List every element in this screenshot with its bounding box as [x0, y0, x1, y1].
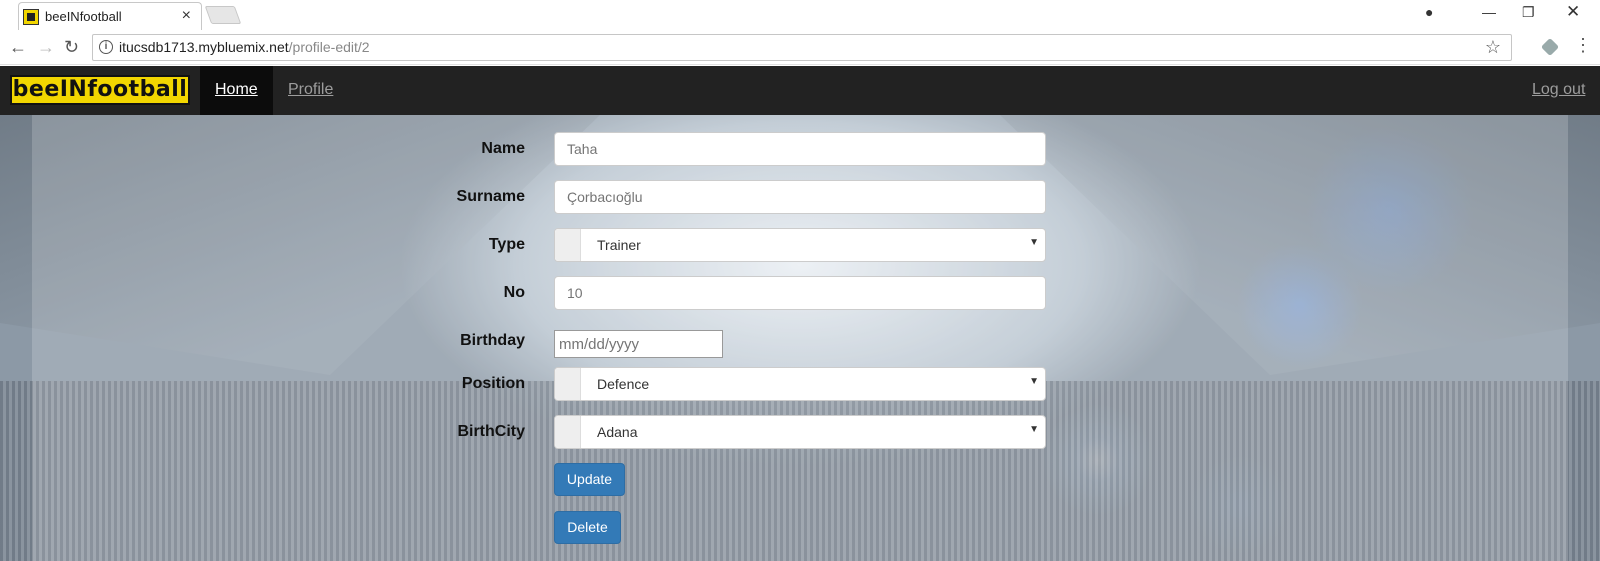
forward-arrow-icon[interactable]: → [37, 37, 55, 58]
birthcity-select-value: Adana [597, 424, 638, 440]
position-select-addon [555, 368, 581, 400]
update-button[interactable]: Update [554, 463, 625, 496]
brand-logo[interactable]: beeINfootball [10, 75, 190, 105]
name-label: Name [481, 140, 525, 157]
type-select-addon [555, 229, 581, 261]
account-icon[interactable]: ● [1425, 4, 1433, 20]
site-favicon-icon [23, 9, 39, 25]
window-close-icon[interactable]: ✕ [1566, 2, 1580, 22]
browser-tabstrip: beeINfootball × ● — ❐ ✕ [0, 0, 1600, 30]
bookmark-star-icon[interactable]: ☆ [1485, 37, 1501, 58]
url-path: /profile-edit/2 [288, 39, 370, 55]
restore-icon[interactable]: ❐ [1522, 4, 1535, 21]
nav-profile-link[interactable]: Profile [288, 81, 333, 99]
minimize-icon[interactable]: — [1482, 4, 1496, 20]
browser-menu-icon[interactable]: ⋮ [1574, 36, 1592, 54]
position-select[interactable]: Defence ▼ [554, 367, 1046, 401]
type-select-value: Trainer [597, 237, 641, 253]
birthcity-select-addon [555, 416, 581, 448]
type-select[interactable]: Trainer ▼ [554, 228, 1046, 262]
reload-icon[interactable]: ↻ [64, 37, 79, 58]
chevron-down-icon: ▼ [1029, 237, 1039, 248]
new-tab-button[interactable] [204, 6, 242, 24]
site-info-icon[interactable]: i [99, 40, 113, 54]
surname-input[interactable] [554, 180, 1046, 214]
url-host: itucsdb1713.mybluemix.net [119, 39, 289, 55]
back-arrow-icon[interactable]: ← [9, 37, 27, 58]
chevron-down-icon: ▼ [1029, 376, 1039, 387]
surname-label: Surname [456, 188, 525, 205]
birthday-label: Birthday [460, 332, 525, 349]
name-input[interactable] [554, 132, 1046, 166]
nav-home-item[interactable]: Home [200, 66, 273, 115]
no-input[interactable] [554, 276, 1046, 310]
birthday-date-input[interactable] [554, 330, 723, 358]
url-text: itucsdb1713.mybluemix.net/profile-edit/2 [119, 39, 370, 55]
nav-home-link[interactable]: Home [215, 81, 258, 99]
tab-close-icon[interactable]: × [182, 7, 191, 25]
no-label: No [503, 284, 525, 301]
nav-logout-link[interactable]: Log out [1532, 81, 1585, 99]
stadium-background: Name Surname Type Trainer ▼ No Birthday … [0, 115, 1600, 561]
browser-toolbar: ← → ↻ i itucsdb1713.mybluemix.net/profil… [0, 30, 1600, 65]
chevron-down-icon: ▼ [1029, 424, 1039, 435]
type-label: Type [488, 236, 525, 253]
app-navbar: beeINfootball Home Profile Log out [0, 66, 1600, 115]
browser-tab[interactable]: beeINfootball × [18, 2, 202, 30]
birthcity-select[interactable]: Adana ▼ [554, 415, 1046, 449]
position-select-value: Defence [597, 376, 650, 392]
delete-button[interactable]: Delete [554, 511, 621, 544]
tab-title: beeINfootball [45, 9, 122, 24]
position-label: Position [461, 375, 525, 392]
address-bar[interactable]: i itucsdb1713.mybluemix.net/profile-edit… [92, 34, 1512, 61]
birthcity-label: BirthCity [457, 423, 525, 440]
